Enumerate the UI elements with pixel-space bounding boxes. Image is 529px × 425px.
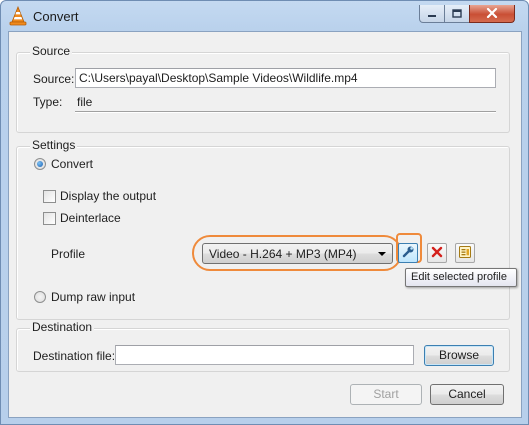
profile-dropdown[interactable]: Video - H.264 + MP3 (MP4) <box>202 243 393 264</box>
close-button[interactable] <box>469 5 515 23</box>
profile-selected-value: Video - H.264 + MP3 (MP4) <box>209 247 357 261</box>
wrench-icon <box>401 245 415 262</box>
source-label: Source: <box>33 72 75 86</box>
title-bar[interactable]: Convert <box>1 1 528 31</box>
maximize-button[interactable] <box>444 5 470 23</box>
source-group-label: Source <box>30 44 73 58</box>
convert-radio-label[interactable]: Convert <box>51 157 93 171</box>
settings-group-label: Settings <box>30 138 78 152</box>
vlc-cone-icon <box>9 5 27 26</box>
dialog-body: Source Source: C:\Users\payal\Desktop\Sa… <box>8 31 522 418</box>
destination-group-label: Destination <box>30 320 95 334</box>
dump-raw-radio[interactable] <box>34 291 46 303</box>
display-output-checkbox[interactable] <box>43 190 56 203</box>
profile-label: Profile <box>51 247 86 261</box>
source-group <box>16 52 510 133</box>
edit-profile-tooltip: Edit selected profile <box>405 268 517 287</box>
maximize-icon <box>452 7 462 21</box>
delete-icon <box>431 246 443 261</box>
deinterlace-label[interactable]: Deinterlace <box>60 211 121 225</box>
minimize-button[interactable] <box>419 5 445 23</box>
deinterlace-checkbox[interactable] <box>43 212 56 225</box>
close-icon <box>486 7 498 21</box>
destination-file-label: Destination file: <box>33 349 116 363</box>
chevron-down-icon <box>378 252 386 256</box>
start-button[interactable]: Start <box>350 384 422 405</box>
browse-button[interactable]: Browse <box>424 345 494 366</box>
source-separator <box>75 111 496 113</box>
delete-profile-button[interactable] <box>427 243 447 263</box>
display-output-label[interactable]: Display the output <box>60 189 156 203</box>
cancel-button[interactable]: Cancel <box>430 384 504 405</box>
type-value: file <box>77 95 93 109</box>
type-label: Type: <box>33 95 63 109</box>
edit-profile-button[interactable] <box>398 243 418 263</box>
convert-radio[interactable] <box>34 158 46 170</box>
convert-window: Convert Source Source: C:\Users\payal\De… <box>0 0 529 425</box>
dump-raw-label[interactable]: Dump raw input <box>51 290 135 304</box>
window-title: Convert <box>33 9 79 24</box>
source-field[interactable]: C:\Users\payal\Desktop\Sample Videos\Wil… <box>75 68 496 88</box>
convert-radio-dot <box>37 161 43 167</box>
minimize-icon <box>427 7 437 21</box>
destination-file-field[interactable] <box>115 345 414 365</box>
new-profile-icon <box>458 245 472 262</box>
new-profile-button[interactable] <box>455 243 475 263</box>
